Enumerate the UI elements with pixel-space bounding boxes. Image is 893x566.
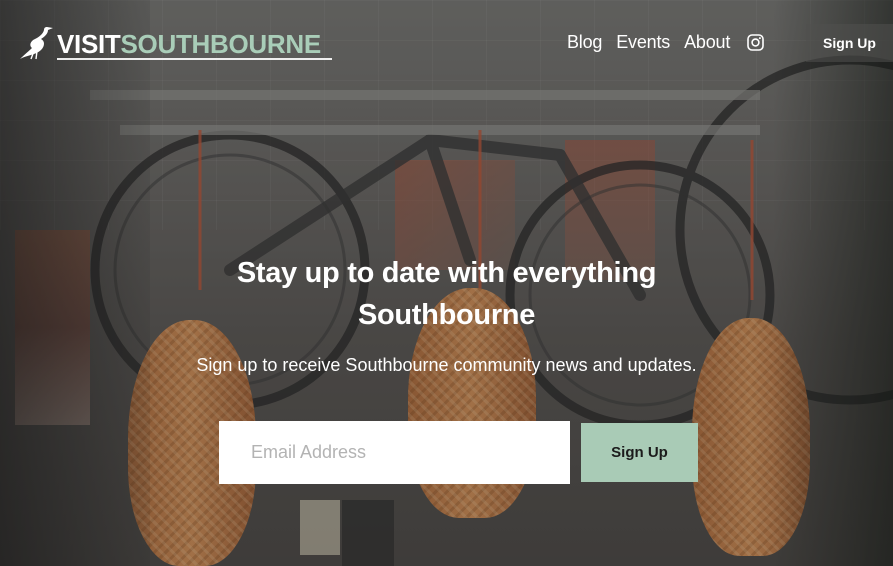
header-sign-up-button[interactable]: Sign Up (806, 24, 893, 62)
instagram-icon[interactable] (747, 33, 764, 51)
nav-link-about[interactable]: About (684, 30, 730, 54)
hero-subtitle: Sign up to receive Southbourne community… (196, 355, 697, 375)
nav-link-events[interactable]: Events (616, 30, 670, 54)
hero-title-line2: Southbourne (357, 299, 536, 331)
heron-icon (20, 27, 53, 60)
main-nav: Blog Events About (567, 30, 764, 54)
email-input[interactable] (219, 421, 570, 484)
site-logo[interactable]: VISITSOUTHBOURNE (17, 24, 332, 60)
logo-town-text: SOUTHBOURNE (120, 29, 322, 59)
nav-link-blog[interactable]: Blog (567, 30, 602, 54)
site-header: VISITSOUTHBOURNE Blog Events About Sign … (0, 0, 893, 80)
logo-wordmark: VISITSOUTHBOURNE (57, 29, 321, 59)
logo-visit-text: VISIT (57, 29, 121, 59)
logo-underline (57, 58, 332, 60)
newsletter-sign-up-button[interactable]: Sign Up (581, 423, 698, 482)
hero-title-line1: Stay up to date with everything (236, 257, 657, 289)
hero-title: Stay up to date with everything Southbour… (190, 252, 703, 336)
